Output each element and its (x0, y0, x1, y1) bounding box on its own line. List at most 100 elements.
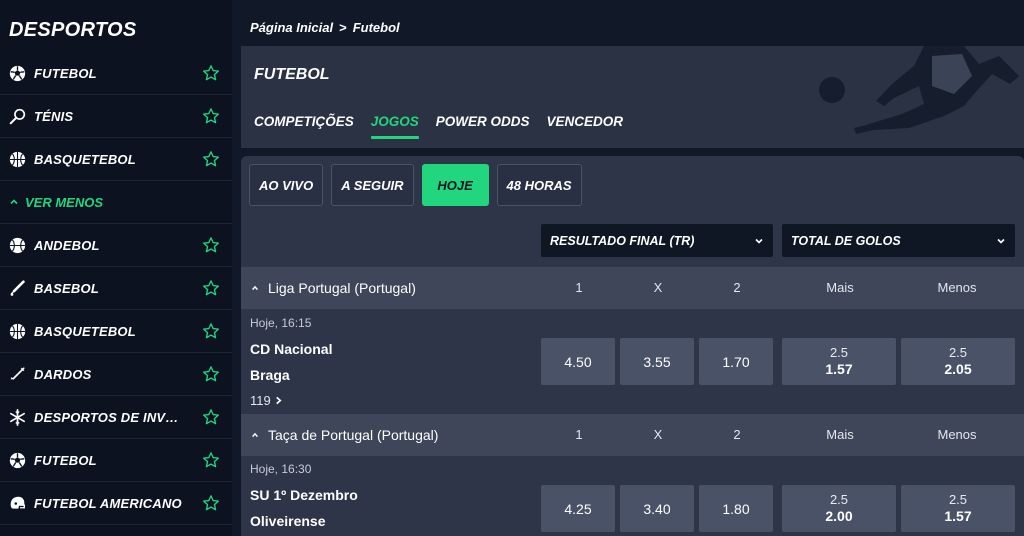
league-name: Taça de Portugal (Portugal) (268, 427, 439, 443)
market-selectors: RESULTADO FINAL (TR) TOTAL DE GOLOS (541, 224, 1015, 257)
odds-home-value: 4.25 (564, 500, 592, 517)
tab-power-odds[interactable]: POWER ODDS (436, 114, 530, 137)
column-header-1: 1 (575, 427, 583, 442)
main-content: Página Inicial > Futebol FUTEBOL COMPETI… (232, 0, 1024, 536)
over-line: 2.5 (829, 345, 849, 360)
breadcrumb-home-link[interactable]: Página Inicial (250, 20, 333, 35)
see-less-label: VER MENOS (25, 194, 104, 210)
home-team: SU 1º Dezembro (250, 487, 358, 503)
chevron-right-icon (275, 396, 282, 405)
star-icon[interactable] (202, 64, 220, 82)
matches-panel: AO VIVO A SEGUIR HOJE 48 HORAS RESULTADO… (241, 156, 1024, 536)
sidebar-item-label: BASQUETEBOL (34, 323, 136, 339)
sidebar-item-desportos-de-inverno[interactable]: DESPORTOS DE INVERNO (0, 396, 232, 439)
market-select-goals-value: TOTAL DE GOLOS (791, 233, 901, 248)
match-row[interactable]: Hoje, 16:15 CD Nacional Braga 119 4.50 3… (241, 309, 1024, 413)
star-icon[interactable] (202, 408, 220, 426)
star-icon[interactable] (202, 451, 220, 469)
sidebar-item-andebol[interactable]: ANDEBOL (0, 224, 232, 267)
time-filters: AO VIVO A SEGUIR HOJE 48 HORAS (249, 164, 582, 206)
column-header-x: X (653, 427, 663, 442)
breadcrumb: Página Inicial > Futebol (250, 20, 400, 35)
filter-a-seguir-button[interactable]: A SEGUIR (331, 164, 414, 206)
chevron-up-icon (10, 199, 18, 205)
market-select-goals[interactable]: TOTAL DE GOLOS (782, 224, 1015, 257)
under-line: 2.5 (948, 345, 968, 360)
sidebar-item-futebol-americano[interactable]: FUTEBOL AMERICANO (0, 482, 232, 525)
soccer-player-illustration (819, 46, 1019, 134)
star-icon[interactable] (202, 322, 220, 340)
breadcrumb-separator: > (339, 20, 347, 35)
star-icon[interactable] (202, 365, 220, 383)
chevron-up-icon (252, 285, 258, 291)
odds-draw-value: 3.40 (643, 500, 671, 517)
sidebar-item-basebol[interactable]: BASEBOL (0, 267, 232, 310)
odds-under-button[interactable]: 2.5 1.57 (901, 485, 1015, 532)
home-team: CD Nacional (250, 341, 333, 357)
tab-vencedor[interactable]: VENCEDOR (547, 114, 624, 137)
sport-header: FUTEBOL COMPETIÇÕES JOGOS POWER ODDS VEN… (241, 46, 1024, 148)
football-helmet-icon (8, 494, 26, 512)
tab-competicoes[interactable]: COMPETIÇÕES (254, 114, 354, 137)
column-header-x: X (653, 280, 663, 295)
chevron-down-icon (997, 238, 1005, 244)
sidebar-item-label: DESPORTOS DE INVERNO (34, 409, 186, 425)
sidebar-item-label: ANDEBOL (34, 237, 100, 253)
chevron-up-icon (252, 432, 258, 438)
odds-over-button[interactable]: 2.5 2.00 (782, 485, 896, 532)
under-line: 2.5 (948, 492, 968, 507)
away-team: Braga (250, 367, 290, 383)
over-line: 2.5 (829, 492, 849, 507)
tab-jogos[interactable]: JOGOS (370, 114, 419, 139)
odds-away-button[interactable]: 1.80 (699, 485, 773, 532)
sidebar-title: DESPORTOS (9, 19, 137, 41)
sidebar-item-label: FUTEBOL (34, 65, 97, 81)
basketball-icon (8, 322, 26, 340)
odds-over-button[interactable]: 2.5 1.57 (782, 338, 896, 385)
star-icon[interactable] (202, 279, 220, 297)
star-icon[interactable] (202, 494, 220, 512)
match-time: Hoje, 16:15 (250, 316, 312, 330)
column-header-under: Menos (937, 280, 977, 295)
league-header[interactable]: Taça de Portugal (Portugal) 1 X 2 Mais M… (241, 414, 1024, 456)
odds-away-value: 1.80 (722, 500, 750, 517)
star-icon[interactable] (202, 236, 220, 254)
more-markets-link[interactable]: 119 (250, 393, 283, 408)
filter-48-horas-button[interactable]: 48 HORAS (496, 164, 582, 206)
odds-home-value: 4.50 (564, 353, 592, 370)
filter-ao-vivo-button[interactable]: AO VIVO (249, 164, 324, 206)
market-select-result[interactable]: RESULTADO FINAL (TR) (541, 224, 773, 257)
odds-draw-button[interactable]: 3.40 (620, 485, 694, 532)
sidebar-item-label: FUTEBOL (34, 452, 97, 468)
market-select-result-value: RESULTADO FINAL (TR) (550, 233, 695, 248)
sport-tabs: COMPETIÇÕES JOGOS POWER ODDS VENCEDOR (254, 114, 624, 139)
column-header-under: Menos (937, 427, 977, 442)
darts-icon (8, 365, 26, 383)
odds-home-button[interactable]: 4.50 (541, 338, 615, 385)
sidebar-item-basquetebol-2[interactable]: BASQUETEBOL (0, 310, 232, 353)
odds-home-button[interactable]: 4.25 (541, 485, 615, 532)
filter-hoje-button[interactable]: HOJE (421, 164, 489, 206)
under-price: 2.05 (944, 361, 972, 377)
soccer-ball-icon (8, 64, 26, 82)
basketball-icon (8, 150, 26, 168)
sidebar-item-basquetebol[interactable]: BASQUETEBOL (0, 138, 232, 181)
sidebar-item-futebol[interactable]: FUTEBOL (0, 52, 232, 95)
odds-under-button[interactable]: 2.5 2.05 (901, 338, 1015, 385)
sidebar-item-tenis[interactable]: TÉNIS (0, 95, 232, 138)
over-price: 1.57 (825, 361, 853, 377)
odds-draw-button[interactable]: 3.55 (620, 338, 694, 385)
league-header[interactable]: Liga Portugal (Portugal) 1 X 2 Mais Meno… (241, 267, 1024, 309)
odds-away-value: 1.70 (722, 353, 750, 370)
star-icon[interactable] (202, 107, 220, 125)
column-header-2: 2 (733, 427, 741, 442)
star-icon[interactable] (202, 150, 220, 168)
see-less-toggle[interactable]: VER MENOS (0, 181, 232, 224)
page-title: FUTEBOL (254, 66, 330, 83)
odds-away-button[interactable]: 1.70 (699, 338, 773, 385)
sidebar-item-futebol-2[interactable]: FUTEBOL (0, 439, 232, 482)
match-row[interactable]: Hoje, 16:30 SU 1º Dezembro Oliveirense 4… (241, 456, 1024, 536)
chevron-down-icon (755, 238, 763, 244)
sidebar-item-dardos[interactable]: DARDOS (0, 353, 232, 396)
column-header-over: Mais (826, 427, 854, 442)
